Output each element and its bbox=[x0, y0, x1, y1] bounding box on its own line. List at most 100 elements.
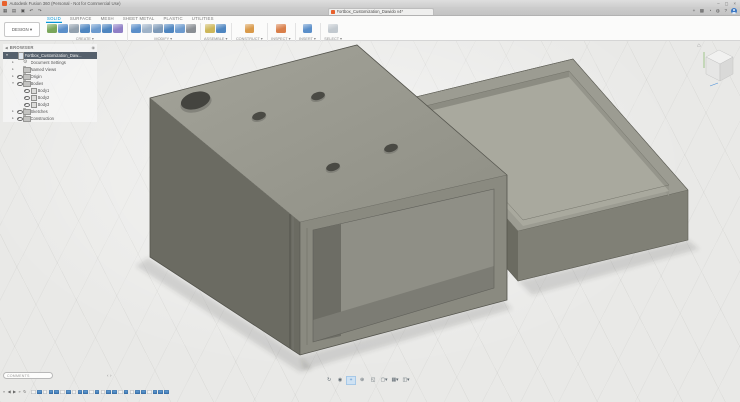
visibility-eye-icon[interactable] bbox=[17, 74, 22, 79]
create-sketch-icon[interactable] bbox=[47, 24, 57, 34]
timeline-feature-icon[interactable] bbox=[147, 390, 152, 395]
collapse-left-icon[interactable]: ‹ bbox=[107, 372, 109, 379]
viewports-icon[interactable]: ◫▾ bbox=[401, 376, 411, 385]
expand-arrow-icon[interactable]: ▾ bbox=[11, 81, 15, 85]
minimize-button[interactable]: – bbox=[717, 0, 719, 7]
expand-arrow-icon[interactable]: ▸ bbox=[11, 109, 15, 113]
browser-tree-row[interactable]: Body1 bbox=[3, 87, 97, 94]
go-to-end-icon[interactable]: » bbox=[18, 387, 20, 397]
ribbon-tab[interactable]: UTILITIES bbox=[191, 15, 215, 23]
move-copy-icon[interactable] bbox=[186, 24, 196, 34]
visibility-eye-icon[interactable] bbox=[17, 116, 22, 121]
timeline-feature-icon[interactable] bbox=[101, 390, 106, 395]
browser-tree-row[interactable]: ▸ Named Views bbox=[3, 66, 97, 73]
browser-tree-row[interactable]: Body3 bbox=[3, 101, 97, 108]
file-menu-icon[interactable]: ▤ bbox=[12, 7, 16, 15]
combine-icon[interactable] bbox=[164, 24, 174, 34]
ribbon-group-label[interactable]: CREATE ▾ bbox=[76, 36, 94, 41]
new-component-icon[interactable] bbox=[205, 24, 215, 34]
expand-arrow-icon[interactable]: ▸ bbox=[11, 74, 15, 78]
timeline-feature-icon[interactable] bbox=[83, 390, 88, 395]
ribbon-group-label[interactable]: INSPECT ▾ bbox=[271, 36, 290, 41]
collapse-panel-icon[interactable]: ◀ bbox=[5, 46, 8, 50]
ribbon-group-label[interactable]: INSERT ▾ bbox=[299, 36, 316, 41]
timeline-feature-icon[interactable] bbox=[112, 390, 117, 395]
timeline-feature-icon[interactable] bbox=[60, 390, 65, 395]
timeline-feature-icon[interactable] bbox=[43, 390, 48, 395]
browser-tree-row[interactable]: ▸ Document Settings bbox=[3, 59, 97, 66]
create-box-icon[interactable] bbox=[58, 24, 68, 34]
3d-viewport[interactable] bbox=[0, 0, 740, 402]
new-document-tab-icon[interactable]: + bbox=[693, 7, 696, 15]
display-settings-icon[interactable]: ▢▾ bbox=[379, 376, 389, 385]
visibility-eye-icon[interactable] bbox=[17, 81, 22, 86]
help-icon[interactable]: ? bbox=[724, 7, 727, 15]
pan-icon[interactable]: + bbox=[346, 376, 356, 385]
timeline-feature-icon[interactable] bbox=[158, 390, 163, 395]
timeline-feature-icon[interactable] bbox=[72, 390, 77, 395]
browser-tree-row[interactable]: ▾ Fortbox_Customization_Daw... bbox=[3, 52, 97, 59]
timeline-feature-icon[interactable] bbox=[153, 390, 158, 395]
timeline-feature-icon[interactable] bbox=[106, 390, 111, 395]
timeline-feature-icon[interactable] bbox=[164, 390, 169, 395]
fillet-icon[interactable] bbox=[142, 24, 152, 34]
timeline-feature-icon[interactable] bbox=[31, 390, 36, 395]
ribbon-tab[interactable]: SHEET METAL bbox=[122, 15, 156, 23]
visibility-eye-icon[interactable] bbox=[24, 102, 29, 107]
orbit-icon[interactable]: ↻ bbox=[324, 376, 334, 385]
ribbon-tab[interactable]: PLASTIC bbox=[162, 15, 183, 23]
select-cursor-icon[interactable] bbox=[328, 24, 338, 34]
timeline-feature-icon[interactable] bbox=[141, 390, 146, 395]
timeline-feature-icon[interactable] bbox=[130, 390, 135, 395]
close-button[interactable]: × bbox=[734, 0, 736, 7]
fit-icon[interactable]: ◱ bbox=[368, 376, 378, 385]
zoom-icon[interactable]: ⊕ bbox=[357, 376, 367, 385]
timeline-feature-icon[interactable] bbox=[78, 390, 83, 395]
construction-plane-icon[interactable] bbox=[245, 24, 255, 34]
application-menu-icon[interactable]: ▦ bbox=[3, 7, 7, 15]
expand-arrow-icon[interactable]: ▾ bbox=[5, 53, 9, 57]
visibility-eye-icon[interactable] bbox=[24, 88, 29, 93]
visibility-eye-icon[interactable] bbox=[17, 109, 22, 114]
expand-arrow-icon[interactable]: ▸ bbox=[11, 116, 15, 120]
press-pull-icon[interactable] bbox=[131, 24, 141, 34]
timeline-feature-icon[interactable] bbox=[135, 390, 140, 395]
joint-icon[interactable] bbox=[216, 24, 226, 34]
timeline-feature-icon[interactable] bbox=[118, 390, 123, 395]
browser-filter-icon[interactable]: ◉ bbox=[92, 45, 96, 50]
ribbon-tab[interactable]: SOLID bbox=[46, 15, 62, 23]
undo-icon[interactable]: ↶ bbox=[30, 7, 34, 15]
timeline-feature-icon[interactable] bbox=[37, 390, 42, 395]
ribbon-tab[interactable]: SURFACE bbox=[69, 15, 93, 23]
expand-arrow-icon[interactable]: ▸ bbox=[11, 67, 15, 71]
job-status-icon[interactable]: ◔ bbox=[709, 7, 712, 15]
browser-tree-row[interactable]: ▸ Construction bbox=[3, 115, 97, 122]
timeline-feature-icon[interactable] bbox=[95, 390, 100, 395]
go-to-start-icon[interactable]: « bbox=[3, 387, 5, 397]
create-revolve-icon[interactable] bbox=[91, 24, 101, 34]
collapse-right-icon[interactable]: › bbox=[110, 372, 112, 379]
viewcube[interactable] bbox=[704, 50, 733, 86]
create-form-icon[interactable] bbox=[113, 24, 123, 34]
timeline-feature-icon[interactable] bbox=[89, 390, 94, 395]
ribbon-group-label[interactable]: CONSTRUCT ▾ bbox=[236, 36, 263, 41]
document-tab[interactable]: Fortbox_Customization_Dawido v4* bbox=[328, 8, 434, 16]
measure-icon[interactable] bbox=[276, 24, 286, 34]
offset-face-icon[interactable] bbox=[175, 24, 185, 34]
browser-tree-row[interactable]: Body2 bbox=[3, 94, 97, 101]
extensions-icon[interactable]: ▩ bbox=[700, 7, 704, 15]
viewcube-home-icon[interactable]: ⌂ bbox=[697, 43, 701, 49]
workspace-picker[interactable]: DESIGN ▾ bbox=[4, 22, 40, 37]
look-at-icon[interactable]: ◉ bbox=[335, 376, 345, 385]
ribbon-group-label[interactable]: SELECT ▾ bbox=[324, 36, 342, 41]
step-back-icon[interactable]: ◀ bbox=[8, 387, 11, 397]
expand-arrow-icon[interactable]: ▸ bbox=[11, 60, 15, 64]
browser-tree-row[interactable]: ▸ Sketches bbox=[3, 108, 97, 115]
ribbon-group-label[interactable]: ASSEMBLE ▾ bbox=[204, 36, 227, 41]
timeline-feature-icon[interactable] bbox=[54, 390, 59, 395]
comments-input[interactable]: COMMENTS bbox=[3, 372, 53, 379]
ribbon-group-label[interactable]: MODIFY ▾ bbox=[154, 36, 172, 41]
user-avatar[interactable] bbox=[731, 8, 737, 14]
play-icon[interactable]: ▶ bbox=[13, 387, 16, 397]
visibility-eye-icon[interactable] bbox=[24, 95, 29, 100]
